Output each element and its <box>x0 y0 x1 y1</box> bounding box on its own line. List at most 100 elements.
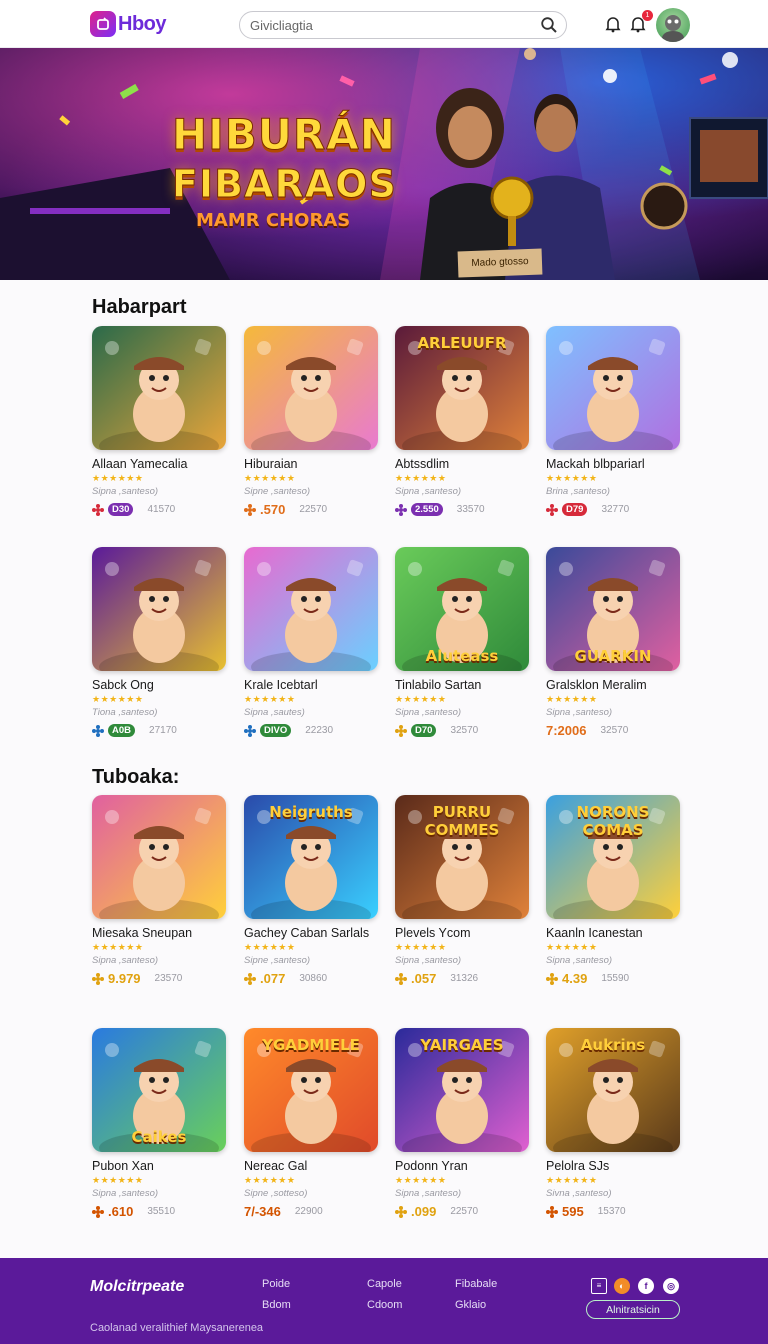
game-meta: .099 22570 <box>395 1203 531 1219</box>
game-meta: 7:2006 32570 <box>546 723 682 738</box>
game-title[interactable]: Tinlabilo Sartan <box>395 678 531 692</box>
notifications-icon[interactable]: 1 <box>628 10 653 34</box>
thumbnail-caption: GUARKIN <box>574 647 652 665</box>
thumbnail-caption: ARLEUUFR <box>417 334 507 352</box>
chat-icon[interactable]: ≡ <box>591 1278 607 1294</box>
game-title[interactable]: Allaan Yamecalia <box>92 457 228 471</box>
footer-brand[interactable]: Molcitrpeate <box>90 1278 184 1296</box>
download-count: 32570 <box>600 724 629 736</box>
orange-flower-icon <box>92 972 104 985</box>
game-subtitle: Sipne ,sotteso) <box>244 1188 308 1199</box>
facebook-icon[interactable]: f <box>638 1278 654 1294</box>
footer-action-button[interactable]: Alnitratsicin <box>586 1300 680 1319</box>
orange-flower-icon <box>546 972 558 985</box>
game-thumbnail[interactable] <box>244 326 378 450</box>
footer-link[interactable]: Poide <box>262 1278 290 1290</box>
game-thumbnail[interactable]: Aukrins <box>546 1028 680 1152</box>
yellow-flower-icon <box>395 724 407 737</box>
rating-stars: ★★★★★★ <box>546 1175 598 1185</box>
game-thumbnail[interactable] <box>92 795 226 919</box>
download-count: 22900 <box>294 1205 323 1217</box>
search-icon[interactable] <box>540 16 558 34</box>
page: Hboy 1 <box>0 0 768 1344</box>
game-thumbnail[interactable]: ARLEUUFR <box>395 326 529 450</box>
game-card[interactable]: Miesaka Sneupan ★★★★★★ Sipna ,santeso) 9.97… <box>92 795 228 986</box>
game-card[interactable]: Neigruths Gachey Caban Sarlals ★★★★★★ Sipne… <box>244 795 380 986</box>
footer-link[interactable]: Capole <box>367 1278 402 1290</box>
game-card[interactable]: Allaan Yamecalia ★★★★★★ Sipna ,santeso) D30… <box>92 326 228 516</box>
game-title[interactable]: Miesaka Sneupan <box>92 926 228 940</box>
game-card[interactable]: Aluteass Tinlabilo Sartan ★★★★★★ Sipna ,san… <box>395 547 531 737</box>
game-card[interactable]: Caikes Pubon Xan ★★★★★★ Sipna ,santeso) .610… <box>92 1028 228 1219</box>
game-title[interactable]: Hiburaian <box>244 457 380 471</box>
footer-link[interactable]: Cdoom <box>367 1299 402 1311</box>
game-title[interactable]: Mackah blbpariarl <box>546 457 682 471</box>
hero-banner[interactable]: HIBURÁN FIBARAOS MAMR CHORAS Mado gtosso <box>0 48 768 280</box>
game-title[interactable]: Sabck Ong <box>92 678 228 692</box>
game-subtitle: Tiona ,santeso) <box>92 707 158 718</box>
download-count: 15590 <box>601 972 630 984</box>
game-thumbnail[interactable]: YAIRGAES <box>395 1028 529 1152</box>
footer-link[interactable]: Bdom <box>262 1299 291 1311</box>
game-thumbnail[interactable]: YGADMIELE <box>244 1028 378 1152</box>
game-title[interactable]: Pubon Xan <box>92 1159 228 1173</box>
game-card[interactable]: Hiburaian ★★★★★★ Sipne ,santeso) .570 22570 <box>244 326 380 517</box>
game-thumbnail[interactable]: PURRU COMMES <box>395 795 529 919</box>
avatar[interactable] <box>656 8 690 42</box>
game-thumbnail[interactable] <box>92 547 226 671</box>
thumbnail-caption: PURRU COMMES <box>424 803 500 839</box>
game-meta: D30 41570 <box>92 502 228 516</box>
game-thumbnail[interactable]: Aluteass <box>395 547 529 671</box>
game-subtitle: Sipna ,santeso) <box>395 707 462 718</box>
instagram-icon[interactable]: ◎ <box>663 1278 679 1294</box>
game-meta: 4.39 15590 <box>546 970 682 986</box>
globe-icon[interactable]: ◐ <box>614 1278 630 1294</box>
game-title[interactable]: Krale Icebtarl <box>244 678 380 692</box>
game-title[interactable]: Pelolra SJs <box>546 1159 682 1173</box>
game-thumbnail[interactable] <box>244 547 378 671</box>
orange-flower-icon <box>395 1205 407 1218</box>
game-card[interactable]: Mackah blbpariarl ★★★★★★ Brina ,santeso) D7… <box>546 326 682 516</box>
bell-icon[interactable] <box>603 14 623 34</box>
game-meta: A0B 27170 <box>92 723 228 737</box>
game-title[interactable]: Plevels Ycom <box>395 926 531 940</box>
section-title-1: Habarpart <box>92 296 187 318</box>
footer-link[interactable]: Gklaio <box>455 1299 486 1311</box>
search-input[interactable] <box>250 16 530 34</box>
game-card[interactable]: GUARKIN Gralsklon Meralim ★★★★★★ Sipna ,san… <box>546 547 682 738</box>
download-count: 27170 <box>149 724 177 736</box>
search-bar <box>239 11 567 39</box>
game-card[interactable]: YGADMIELE Nereac Gal ★★★★★★ Sipne ,sotteso)… <box>244 1028 380 1219</box>
game-thumbnail[interactable] <box>546 326 680 450</box>
game-thumbnail[interactable]: Caikes <box>92 1028 226 1152</box>
game-card[interactable]: Sabck Ong ★★★★★★ Tiona ,santeso) A0B 27170 <box>92 547 228 737</box>
game-card[interactable]: Aukrins Pelolra SJs ★★★★★★ Sivna ,santeso) 5… <box>546 1028 682 1219</box>
game-card[interactable]: YAIRGAES Podonn Yran ★★★★★★ Sipna ,santeso)… <box>395 1028 531 1219</box>
game-title[interactable]: Kaanln Icanestan <box>546 926 682 940</box>
game-title[interactable]: Gachey Caban Sarlals <box>244 926 380 940</box>
price-value: .057 <box>411 970 437 986</box>
price-value: .099 <box>411 1203 437 1219</box>
game-thumbnail[interactable]: GUARKIN <box>546 547 680 671</box>
download-count: 22230 <box>305 724 334 736</box>
purple-flower-icon <box>395 503 407 516</box>
rating-stars: ★★★★★★ <box>244 1175 296 1185</box>
game-title[interactable]: Podonn Yran <box>395 1159 531 1173</box>
footer-link[interactable]: Fibabale <box>455 1278 497 1290</box>
orange-flower-icon <box>244 503 256 516</box>
game-thumbnail[interactable]: NORONS COMAS <box>546 795 680 919</box>
game-title[interactable]: Gralsklon Meralim <box>546 678 682 692</box>
game-title[interactable]: Nereac Gal <box>244 1159 380 1173</box>
price-value: 4.39 <box>562 970 588 986</box>
rating-stars: ★★★★★★ <box>244 942 296 952</box>
logo[interactable]: Hboy <box>90 11 167 37</box>
game-title[interactable]: Abtssdlim <box>395 457 531 471</box>
game-thumbnail[interactable]: Neigruths <box>244 795 378 919</box>
game-card[interactable]: NORONS COMAS Kaanln Icanestan ★★★★★★ Sipna … <box>546 795 682 986</box>
game-thumbnail[interactable] <box>92 326 226 450</box>
game-card[interactable]: Krale Icebtarl ★★★★★★ Sipna ,sautes) DIVO 22… <box>244 547 380 737</box>
game-meta: 9.979 23570 <box>92 971 228 986</box>
price-badge: DIVO <box>260 723 292 737</box>
game-card[interactable]: ARLEUUFR Abtssdlim ★★★★★★ Sipna ,santeso) 2.… <box>395 326 531 516</box>
game-card[interactable]: PURRU COMMES Plevels Ycom ★★★★★★ Sipna ,san… <box>395 795 531 986</box>
